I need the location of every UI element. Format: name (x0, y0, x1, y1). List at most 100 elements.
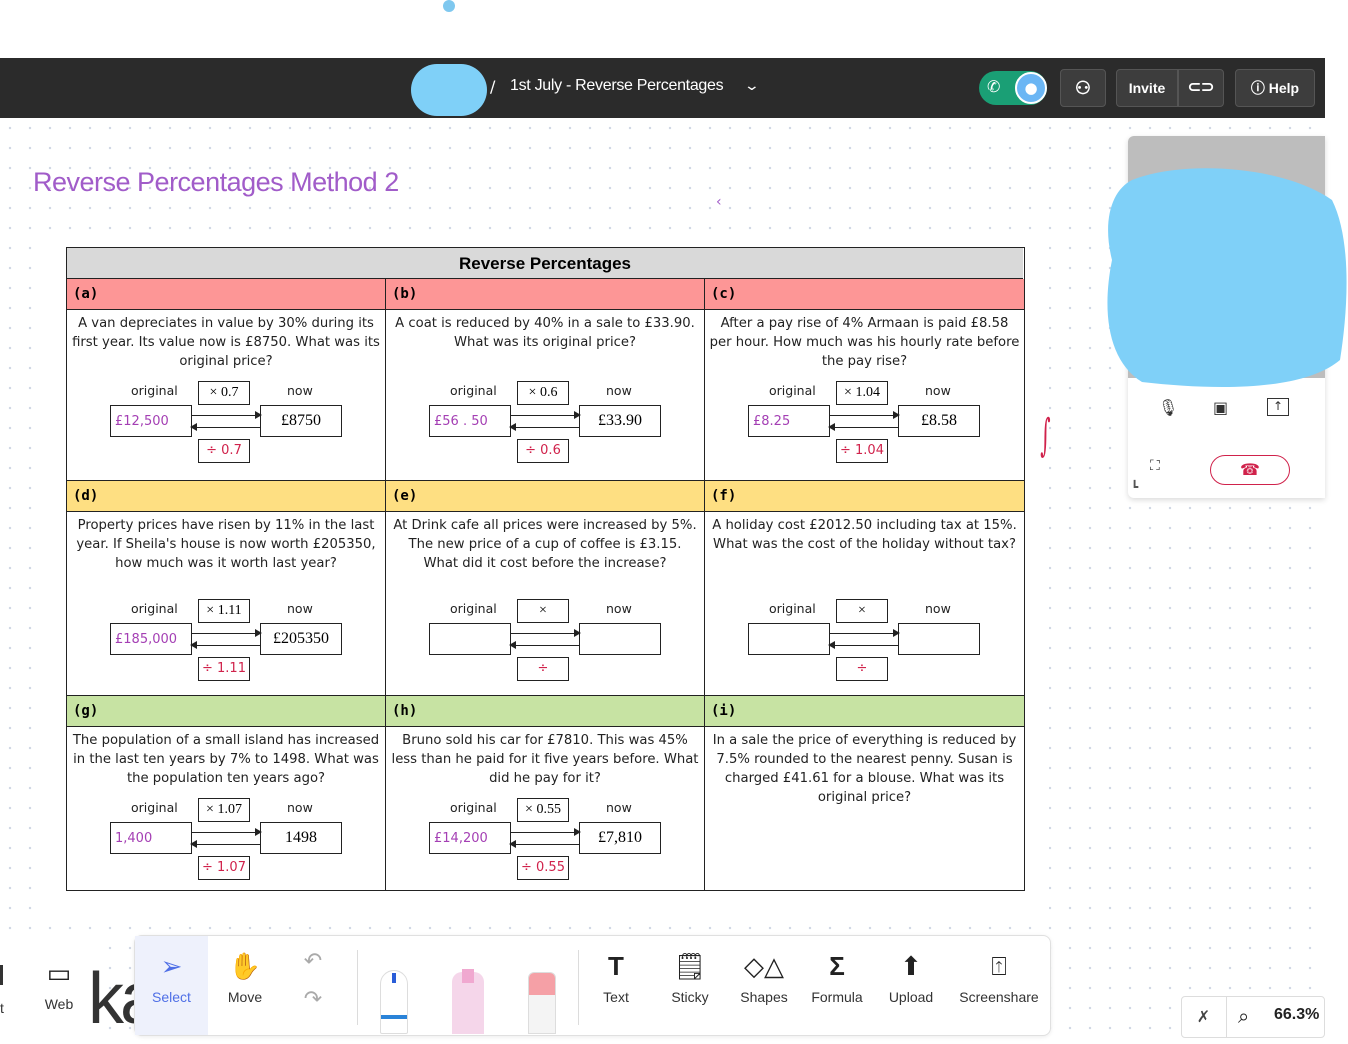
handwritten-divisor: ÷ 0.55 (521, 860, 565, 875)
original-box[interactable]: £14,200 (429, 822, 511, 854)
now-box: £205350 (260, 623, 342, 655)
redo-icon[interactable]: ↷ (290, 979, 336, 1019)
multiplier-box: × 1.07 (198, 798, 250, 822)
label-original: original (450, 601, 497, 616)
cell-label: (c) (705, 279, 1024, 310)
pen-tip-icon (392, 973, 396, 983)
avatar[interactable]: ● (1015, 72, 1047, 104)
web-tool[interactable]: ▭ Web (36, 950, 82, 1012)
original-box[interactable]: 1,400 (110, 822, 192, 854)
forward-arrow (192, 410, 262, 420)
worksheet-title: Reverse Percentages (67, 248, 1023, 279)
shapes-tool-label: Shapes (740, 989, 788, 1005)
forward-arrow (830, 410, 900, 420)
divisor-box[interactable]: ÷ (517, 657, 569, 681)
worksheet-cell: (c) After a pay rise of 4% Armaan is paid… (705, 279, 1024, 481)
text-tool[interactable]: T Text (592, 943, 640, 1005)
upload-icon: ⬆ (900, 951, 922, 981)
multiplier-box: × 1.11 (198, 599, 250, 623)
formula-tool[interactable]: Σ Formula (808, 943, 866, 1005)
eraser-icon (529, 973, 555, 995)
hide-cursors-icon[interactable]: ✗ (1181, 996, 1227, 1038)
label-now: now (287, 601, 313, 616)
shapes-tool[interactable]: ◇△ Shapes (736, 943, 792, 1005)
handwritten-answer: £12,500 (115, 414, 169, 429)
highlighter-tool[interactable] (452, 969, 484, 1034)
multiplier-box: × (517, 599, 569, 623)
handwritten-divisor: ÷ (537, 661, 549, 676)
shapes-icon: ◇△ (744, 951, 784, 981)
cell-label: (a) (67, 279, 385, 310)
mic-icon[interactable]: 🎙 (1158, 398, 1178, 417)
move-tool[interactable]: ✋ Move (210, 943, 280, 1005)
participants-button[interactable]: ⚇ (1060, 69, 1106, 107)
multiplier-value: × 0.7 (209, 385, 239, 400)
label-original: original (450, 800, 497, 815)
method-diagram: original now × ÷ (386, 593, 705, 693)
phone-icon: ✆ (987, 77, 1001, 96)
divisor-box[interactable]: ÷ 0.6 (517, 439, 569, 463)
toolbar-divider (357, 950, 358, 1025)
worksheet-image[interactable]: Reverse Percentages (a) A van depreciates… (37, 231, 1049, 923)
cell-label: (g) (67, 696, 385, 727)
help-label: Help (1268, 80, 1300, 96)
board-title[interactable]: 1st July - Reverse Percentages (510, 77, 724, 95)
multiplier-value: × 1.11 (206, 603, 242, 618)
cell-label: (i) (705, 696, 1024, 727)
now-value: £33.90 (598, 412, 642, 429)
sticky-tool-label: Sticky (671, 989, 709, 1005)
divisor-box[interactable]: ÷ 1.11 (198, 657, 250, 681)
share-screen-icon[interactable]: ↑ (1267, 398, 1289, 416)
divisor-box[interactable]: ÷ 1.07 (198, 856, 250, 880)
resize-handle-icon[interactable]: ┗ (1131, 480, 1138, 494)
copy-link-button[interactable]: ⊂⊃ (1178, 69, 1224, 107)
upload-tool-label: Upload (888, 989, 934, 1005)
now-box (579, 623, 661, 655)
divisor-box[interactable]: ÷ 0.55 (517, 856, 569, 880)
toolbar-divider (578, 950, 579, 1025)
handwritten-divisor: ÷ 1.11 (202, 661, 246, 676)
sticky-tool[interactable]: 🗒 Sticky (664, 943, 716, 1005)
original-box[interactable]: £56 . 50 (429, 405, 511, 437)
now-value: £8750 (281, 412, 321, 429)
multiplier-box: × 1.04 (836, 381, 888, 405)
undo-icon: ↶ (303, 948, 323, 973)
original-box[interactable] (429, 623, 511, 655)
question-text: A coat is reduced by 40% in a sale to £3… (395, 316, 695, 350)
label-now: now (925, 383, 951, 398)
end-call-button[interactable]: ☎ (1210, 455, 1290, 485)
original-box[interactable]: £8.25 (748, 405, 830, 437)
cursor-icon: ➢ (160, 951, 183, 981)
text-icon: T (608, 951, 624, 981)
now-value: £7,810 (598, 829, 642, 846)
pen-tool[interactable] (380, 970, 408, 1034)
cell-label: (b) (386, 279, 704, 310)
cell-label: (h) (386, 696, 704, 727)
label-now: now (287, 800, 313, 815)
handwritten-caret: ‹ (716, 194, 722, 210)
now-box: £8.58 (898, 405, 980, 437)
question-text: After a pay rise of 4% Armaan is paid £8… (709, 316, 1020, 369)
browser-icon: ▭ (46, 958, 72, 988)
formula-tool-label: Formula (811, 989, 863, 1005)
eraser-tool[interactable] (528, 972, 556, 1034)
invite-button[interactable]: Invite (1116, 69, 1178, 107)
camera-icon[interactable]: ▣ (1213, 398, 1228, 417)
help-button[interactable]: ⓘ Help (1235, 69, 1315, 107)
zoom-level[interactable]: 66.3% (1274, 1006, 1319, 1024)
original-box[interactable] (748, 623, 830, 655)
zoom-icon[interactable]: ⌕ (1238, 1004, 1249, 1028)
screenshare-tool[interactable]: ⍐ Screenshare (956, 943, 1042, 1005)
expand-icon[interactable]: ⛶ (1150, 458, 1160, 474)
hang-up-icon: ☎ (1240, 460, 1260, 479)
undo-button[interactable]: ↶ ↷ (290, 943, 336, 1019)
original-box[interactable]: £185,000 (110, 623, 192, 655)
chevron-down-icon[interactable]: ⌄ (744, 78, 760, 94)
original-box[interactable]: £12,500 (110, 405, 192, 437)
select-tool[interactable]: ➢ Select (135, 943, 208, 1005)
divisor-box[interactable]: ÷ 0.7 (198, 439, 250, 463)
divisor-box[interactable]: ÷ (836, 657, 888, 681)
board-heading[interactable]: Reverse Percentages Method 2 (33, 167, 399, 198)
upload-tool[interactable]: ⬆ Upload (884, 943, 938, 1005)
divisor-box[interactable]: ÷ 1.04 (836, 439, 888, 463)
